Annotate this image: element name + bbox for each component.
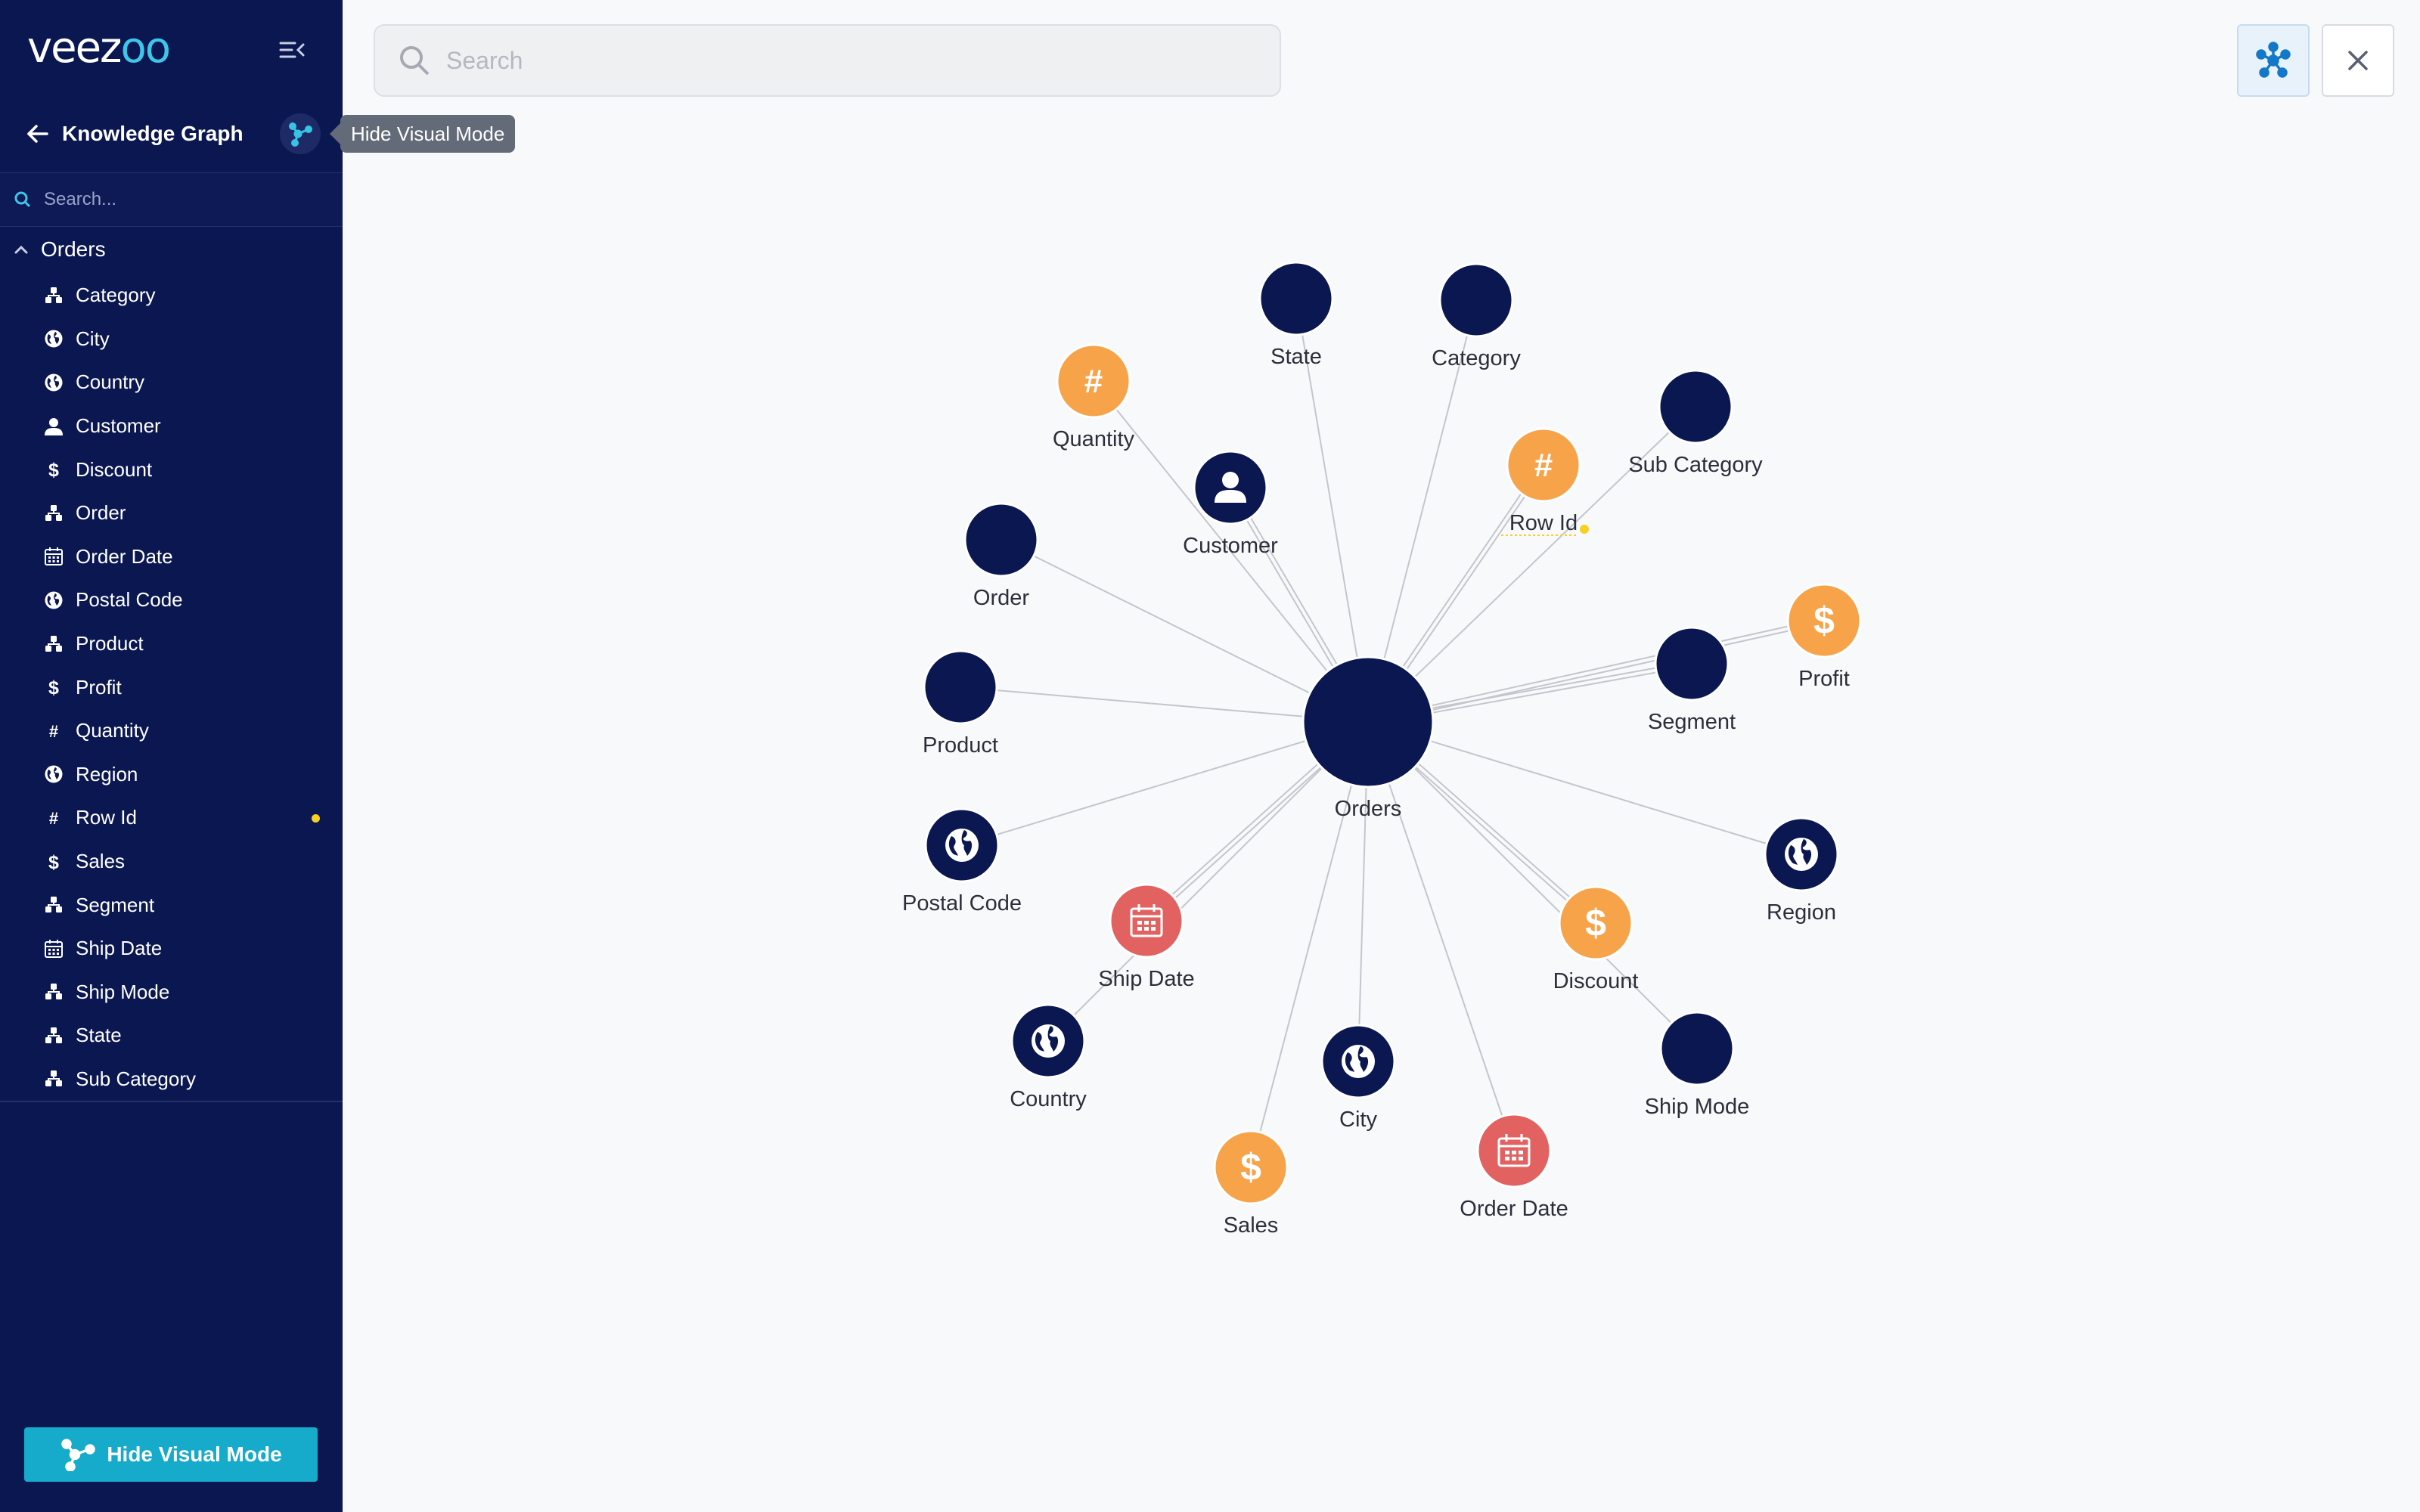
node-label: Profit: [1798, 667, 1850, 691]
graph-node-ship-mode[interactable]: Ship Mode: [1645, 1011, 1750, 1119]
graph-node-postal-code[interactable]: Postal Code: [902, 807, 1022, 916]
node-label: Country: [1010, 1087, 1087, 1111]
dollar-icon: $: [1585, 902, 1606, 944]
graph-edge: [1367, 721, 1515, 1151]
graph-edge: [1368, 621, 1825, 725]
graph-node-profit[interactable]: $ Profit: [1786, 583, 1862, 691]
graph-edge: [1250, 721, 1369, 1168]
node-label: Postal Code: [902, 891, 1022, 916]
node-circle: [1658, 369, 1733, 445]
node-circle: [1659, 1011, 1735, 1086]
graph-node-sales[interactable]: $ Sales: [1213, 1129, 1289, 1238]
node-label: Quantity: [1053, 427, 1134, 451]
node-circle: [1438, 262, 1514, 338]
graph-node-customer[interactable]: Customer: [1183, 450, 1278, 558]
graph-node-order-date[interactable]: Order Date: [1460, 1113, 1568, 1221]
dollar-icon: $: [1813, 600, 1835, 642]
node-circle: [963, 502, 1039, 578]
node-circle: [1258, 261, 1334, 336]
node-label: Order: [973, 586, 1029, 610]
graph-node-segment[interactable]: Segment: [1648, 626, 1736, 734]
node-label: Ship Date: [1098, 967, 1194, 991]
node-label: Discount: [1553, 969, 1639, 993]
graph-node-discount[interactable]: $ Discount: [1553, 885, 1639, 993]
graph-node-product[interactable]: Product: [923, 649, 998, 758]
graph-node-sub-category[interactable]: Sub Category: [1628, 369, 1763, 477]
graph-node-order[interactable]: Order: [963, 502, 1039, 610]
graph-node-state[interactable]: State: [1258, 261, 1334, 369]
graph-edge: [1367, 618, 1824, 721]
status-dot: [1580, 525, 1589, 534]
graph-node-orders[interactable]: Orders: [1302, 655, 1435, 821]
graph-node-region[interactable]: Region: [1764, 816, 1839, 925]
center-node-circle: [1302, 655, 1435, 789]
graph-node-category[interactable]: Category: [1432, 262, 1521, 370]
graph-node-ship-date[interactable]: Ship Date: [1098, 883, 1195, 991]
globe-icon: [1785, 838, 1818, 871]
node-label: Customer: [1183, 534, 1278, 558]
graph-node-country[interactable]: Country: [1010, 1003, 1087, 1111]
center-node-label: Orders: [1335, 797, 1402, 821]
globe-icon: [945, 829, 979, 862]
knowledge-graph-canvas: State Category # Quantity Customer # Row Id Sub…: [902, 261, 1862, 1238]
node-label: Ship Mode: [1645, 1095, 1750, 1119]
hash-icon: #: [1084, 363, 1103, 400]
graph-node-row-id[interactable]: # Row Id: [1501, 427, 1589, 536]
node-label: Segment: [1648, 710, 1736, 734]
node-label: Region: [1767, 900, 1836, 925]
node-label: Sales: [1224, 1213, 1279, 1238]
hash-icon: #: [1534, 447, 1553, 484]
node-label: Product: [923, 733, 998, 758]
globe-icon: [1342, 1045, 1375, 1078]
node-circle: [1654, 626, 1730, 702]
node-label: Sub Category: [1628, 453, 1763, 477]
globe-icon: [1032, 1024, 1065, 1058]
node-label: Row Id: [1509, 511, 1578, 535]
graph-node-quantity[interactable]: # Quantity: [1053, 343, 1134, 451]
node-label: City: [1339, 1108, 1377, 1132]
node-circle: [923, 649, 998, 725]
node-label: Category: [1432, 346, 1521, 370]
dollar-icon: $: [1240, 1146, 1261, 1188]
graph-edge: [1367, 721, 1802, 855]
node-label: Order Date: [1460, 1197, 1568, 1221]
graph-node-city[interactable]: City: [1320, 1024, 1396, 1132]
node-label: State: [1270, 345, 1322, 369]
tooltip: Hide Visual Mode: [329, 115, 516, 153]
graph-edge: [1367, 721, 1698, 1049]
